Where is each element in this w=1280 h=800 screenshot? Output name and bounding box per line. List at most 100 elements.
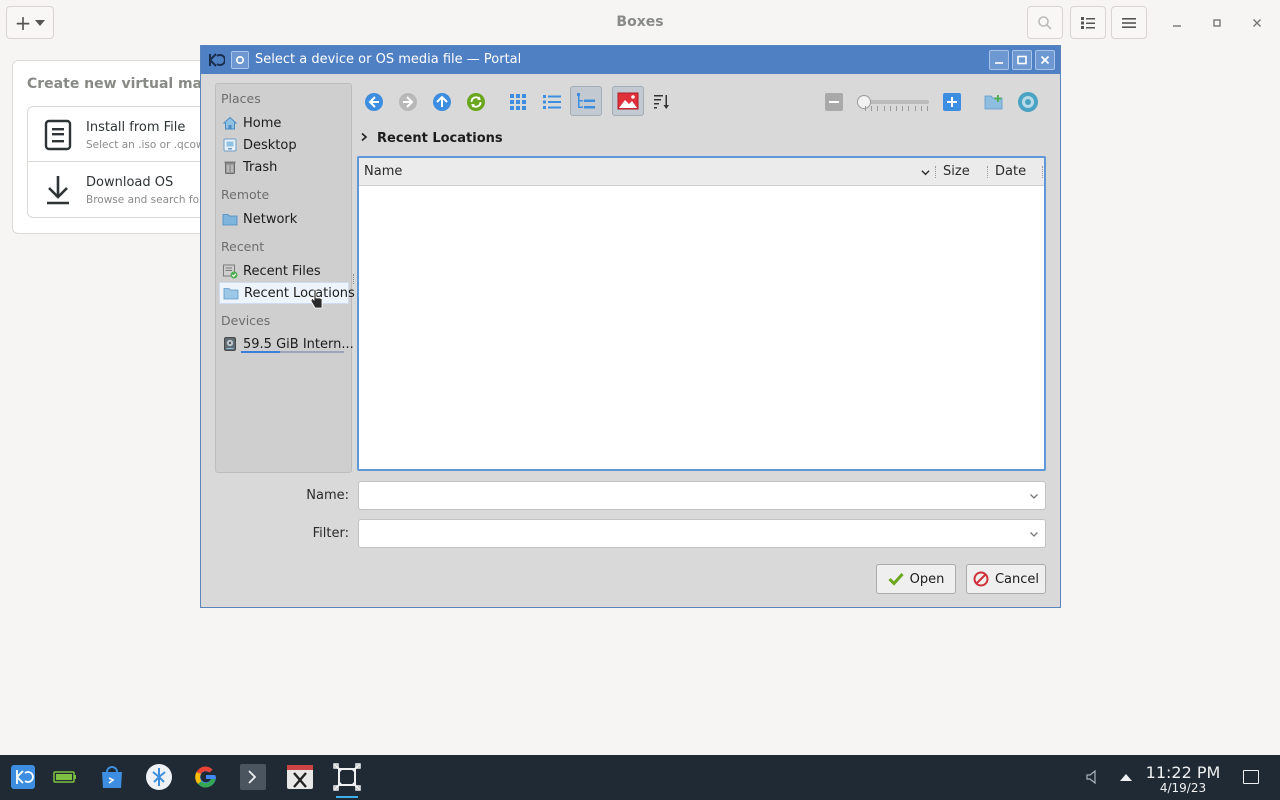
compact-view-button[interactable] — [539, 89, 565, 115]
create-vm-popover: Create new virtual machine Install from … — [12, 60, 304, 234]
app-launcher-button[interactable] — [8, 762, 38, 792]
options-button[interactable] — [1015, 89, 1041, 115]
places-item-label: Home — [243, 115, 282, 131]
zoom-in-button[interactable] — [939, 89, 965, 115]
new-vm-button[interactable]: + — [6, 6, 54, 39]
up-button[interactable] — [429, 89, 455, 115]
x-app-button[interactable] — [285, 762, 315, 792]
places-item-trash[interactable]: Trash — [219, 156, 349, 178]
download-os-label: Download OS — [86, 175, 174, 190]
network-folder-icon — [222, 214, 238, 226]
new-folder-button[interactable] — [981, 89, 1007, 115]
column-separator[interactable] — [987, 166, 989, 178]
sort-button[interactable] — [649, 89, 675, 115]
new-folder-icon — [984, 95, 1003, 110]
column-separator[interactable] — [1042, 166, 1044, 178]
places-item-desktop[interactable]: Desktop — [219, 134, 349, 156]
zoom-slider-handle[interactable] — [857, 95, 871, 109]
zoom-slider-tick — [877, 106, 879, 111]
chevron-down-icon — [1030, 494, 1038, 499]
back-button[interactable] — [361, 89, 387, 115]
forward-button[interactable] — [395, 89, 421, 115]
download-os-item[interactable]: Download OS Browse and search for operat… — [27, 162, 304, 218]
icon-view-button[interactable] — [505, 89, 531, 115]
column-header-size[interactable]: Size — [943, 164, 970, 179]
plasma-app-icon — [146, 764, 172, 790]
app-minimize-button[interactable] — [1168, 14, 1186, 32]
view-toggle-button[interactable] — [1070, 6, 1106, 39]
portal-menu-button[interactable] — [231, 51, 249, 69]
column-header-date[interactable]: Date — [995, 164, 1026, 179]
volume-icon[interactable] — [1085, 769, 1099, 785]
show-desktop-button[interactable] — [1243, 770, 1259, 784]
app-close-button[interactable] — [1248, 14, 1266, 32]
install-from-file-item[interactable]: Install from File Select an .iso or .qco… — [27, 106, 231, 162]
zoom-out-button[interactable] — [821, 89, 847, 115]
preview-toggle-button[interactable] — [612, 86, 644, 116]
x-app-icon — [287, 765, 313, 789]
reload-icon — [467, 93, 485, 111]
filter-combobox[interactable] — [358, 519, 1046, 548]
battery-widget-icon — [53, 771, 76, 783]
main-menu-button[interactable] — [1111, 6, 1147, 39]
zoom-slider-tick — [914, 106, 916, 111]
compact-view-icon — [543, 95, 561, 109]
hamburger-menu-icon — [1122, 17, 1136, 28]
breadcrumb-current[interactable]: Recent Locations — [377, 131, 503, 146]
places-item-network[interactable]: Network — [219, 208, 349, 230]
up-icon — [433, 93, 451, 111]
tree-view-button[interactable] — [570, 86, 602, 116]
dialog-close-button[interactable] — [1035, 50, 1055, 70]
open-button[interactable]: Open — [876, 564, 956, 594]
kde-launcher-icon — [11, 765, 35, 789]
zoom-slider-tick — [883, 106, 885, 111]
zoom-slider-tick — [927, 106, 928, 111]
zoom-slider-tick — [896, 106, 897, 111]
zoom-out-icon — [825, 93, 843, 111]
forward-icon — [399, 93, 417, 111]
zoom-slider-tick — [908, 106, 910, 111]
cancel-button[interactable]: Cancel — [966, 564, 1046, 594]
zoom-slider-tick — [889, 106, 891, 111]
places-heading: Places — [221, 91, 261, 106]
checkmark-icon — [888, 572, 904, 586]
search-icon — [1038, 15, 1052, 30]
places-item-home[interactable]: Home — [219, 112, 349, 134]
panel-splitter-handle[interactable] — [353, 274, 355, 284]
zoom-slider[interactable] — [857, 95, 931, 111]
clock-time[interactable]: 11:22 PM — [1140, 763, 1226, 782]
open-button-label: Open — [909, 571, 945, 587]
dialog-titlebar: Select a device or OS media file — Porta… — [201, 46, 1060, 74]
mouse-cursor-icon — [310, 288, 323, 309]
places-item-recent-files[interactable]: Recent Files — [219, 260, 349, 282]
dialog-minimize-button[interactable] — [989, 50, 1009, 70]
system-tray-expand-icon[interactable] — [1119, 772, 1133, 782]
breadcrumb[interactable]: Recent Locations — [359, 129, 503, 147]
dialog-maximize-button[interactable] — [1012, 50, 1032, 70]
reload-button[interactable] — [463, 89, 489, 115]
clock-date[interactable]: 4/19/23 — [1140, 781, 1226, 795]
chevron-down-icon — [35, 19, 46, 26]
minimize-icon — [1173, 25, 1181, 27]
chrome-button[interactable] — [191, 762, 221, 792]
terminal-button[interactable] — [238, 762, 268, 792]
zoom-slider-tick — [871, 106, 873, 111]
boxes-icon — [333, 763, 361, 791]
home-folder-icon — [222, 116, 238, 130]
file-picker-dialog: Select a device or OS media file — Porta… — [200, 45, 1061, 608]
places-item-label: Recent Files — [243, 263, 321, 279]
discover-store-button[interactable] — [97, 762, 127, 792]
minimize-icon — [995, 62, 1003, 64]
app-title: Boxes — [616, 14, 664, 30]
column-separator[interactable] — [935, 166, 937, 178]
search-button[interactable] — [1027, 6, 1063, 39]
name-combobox[interactable] — [358, 481, 1046, 510]
install-from-file-label: Install from File — [86, 120, 186, 135]
column-header-name[interactable]: Name — [364, 164, 402, 179]
file-list-view[interactable]: Name Size Date — [357, 156, 1046, 471]
places-item-recent-locations[interactable]: Recent Locations — [219, 282, 355, 304]
battery-widget[interactable] — [50, 762, 80, 792]
boxes-taskbar-button[interactable] — [332, 762, 362, 798]
app-maximize-button[interactable] — [1208, 14, 1226, 32]
plasma-app-button[interactable] — [144, 762, 174, 792]
